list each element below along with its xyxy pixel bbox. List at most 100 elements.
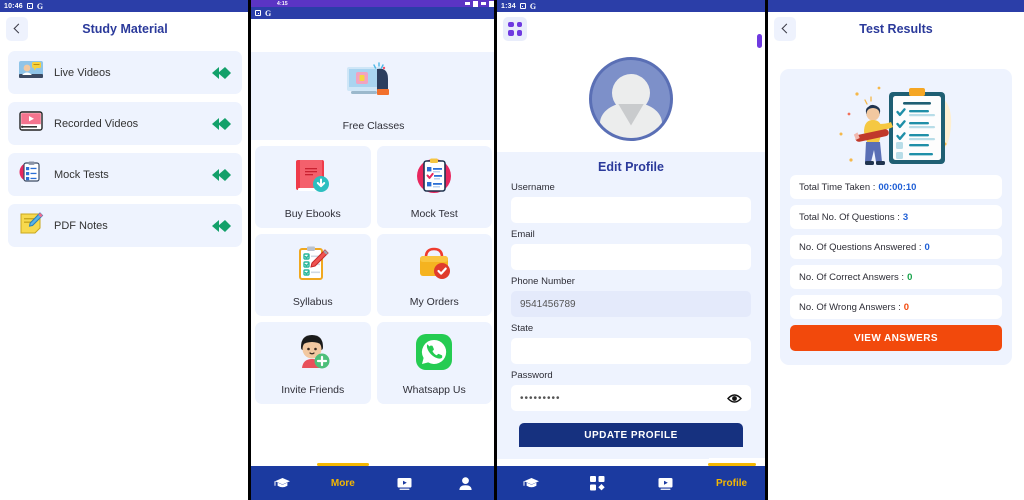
google-icon: G — [36, 1, 44, 11]
nav-item-label: Profile — [715, 477, 748, 489]
grid-icon — [589, 475, 606, 491]
sidebar-item-label: PDF Notes — [54, 219, 108, 232]
page-title: Study Material — [82, 21, 168, 36]
tile-label: Mock Test — [410, 207, 458, 220]
clipboard-test-icon — [413, 155, 455, 202]
nav-item-profile[interactable]: Profile — [698, 463, 765, 500]
tile-my-orders[interactable]: My Orders — [376, 234, 492, 316]
tile-label: Syllabus — [292, 295, 333, 308]
tile-syllabus[interactable]: Syllabus — [255, 234, 371, 316]
square-icon — [255, 10, 261, 16]
nav-item-videos[interactable] — [631, 466, 698, 500]
nav-item-profile[interactable] — [435, 466, 496, 500]
google-icon: G — [265, 8, 272, 18]
result-value: 0 — [907, 271, 913, 283]
mock-test-icon — [18, 160, 44, 189]
nav-item-classes[interactable] — [497, 466, 564, 500]
phone-number-input[interactable]: 9541456789 — [511, 291, 751, 317]
status-bar-edit-profile: 1:34 G — [497, 0, 765, 12]
video-icon — [657, 476, 673, 491]
sidebar-item-live-videos[interactable]: Live Videos — [8, 51, 242, 94]
result-value: 00:00:10 — [878, 181, 917, 193]
tile-whatsapp-us[interactable]: Whatsapp Us — [376, 322, 492, 404]
screenshot-stage: 10:46 G Study Material Live Videos Recor… — [0, 0, 1024, 500]
result-value: 0 — [903, 301, 910, 313]
update-profile-button[interactable]: UPDATE PROFILE — [519, 423, 743, 447]
more-tile-grid: Buy Ebooks Mock Test Syllabus My Orders … — [251, 146, 496, 404]
label-email: Email — [511, 229, 535, 240]
panel-edit-profile: 1:34 G Edit Profile Username Email Phone… — [497, 0, 765, 500]
label-username: Username — [511, 182, 555, 193]
label-password: Password — [511, 370, 553, 381]
view-answers-button[interactable]: VIEW ANSWERS — [790, 325, 1002, 351]
status-outer-icons — [465, 0, 494, 7]
status-bar-outer-more: 4:15 — [251, 0, 496, 7]
invite-friend-icon — [292, 331, 334, 378]
test-results-illustration — [790, 79, 1002, 175]
tile-free-classes[interactable]: Free Classes — [251, 52, 496, 140]
nav-item-more[interactable]: More — [312, 463, 373, 500]
sidebar-item-label: Mock Tests — [54, 168, 109, 181]
panel-divider-2 — [494, 0, 496, 500]
more-content: Free Classes Buy Ebooks Mock Test Syllab… — [251, 52, 496, 404]
password-input[interactable]: ••••••••• — [520, 393, 561, 404]
result-row-correct-answers: No. Of Correct Answers : 0 — [790, 265, 1002, 289]
status-bar-test-results — [768, 0, 1024, 12]
edit-profile-form: Edit Profile Username Email Phone Number… — [497, 152, 765, 459]
result-label: No. Of Correct Answers : — [799, 271, 905, 283]
panel-test-results: Test Results Total Time Taken: 00:00:10… — [766, 0, 1024, 500]
back-chevron-icon — [781, 23, 791, 34]
nav-active-indicator — [316, 463, 369, 466]
password-field-wrap[interactable]: ••••••••• — [511, 385, 751, 411]
tile-label: Whatsapp Us — [402, 383, 466, 396]
nav-item-label: More — [330, 477, 355, 489]
test-results-card: Total Time Taken : 00:00:10 Total No. Of… — [780, 69, 1012, 365]
result-value: 3 — [902, 211, 909, 223]
email-input[interactable] — [511, 244, 751, 270]
username-input[interactable] — [511, 197, 751, 223]
chevron-right-icon — [210, 116, 232, 132]
appbar-test-results: Test Results — [768, 12, 1024, 45]
tile-mock-test[interactable]: Mock Test — [376, 146, 492, 228]
eye-icon[interactable] — [727, 393, 742, 404]
result-row-total-questions: Total No. Of Questions : 3 — [790, 205, 1002, 229]
tile-invite-friends[interactable]: Invite Friends — [255, 322, 371, 404]
sidebar-item-pdf-notes[interactable]: PDF Notes — [8, 204, 242, 247]
nav-item-videos[interactable] — [374, 466, 435, 500]
appbar-more — [251, 19, 496, 52]
label-phone-number: Phone Number — [511, 276, 575, 287]
ebook-icon — [292, 155, 334, 202]
sidebar-item-recorded-videos[interactable]: Recorded Videos — [8, 102, 242, 145]
tile-label: My Orders — [409, 295, 459, 308]
back-button[interactable] — [774, 16, 796, 41]
bottom-nav-more: More — [251, 463, 496, 500]
pdf-notes-icon — [18, 211, 44, 240]
grid-menu-icon[interactable] — [503, 16, 527, 41]
square-icon — [26, 3, 33, 9]
result-label: Total Time Taken : — [799, 181, 876, 193]
state-input[interactable] — [511, 338, 751, 364]
sidebar-item-mock-tests[interactable]: Mock Tests — [8, 153, 242, 196]
whatsapp-icon — [413, 331, 455, 378]
result-label: No. Of Questions Answered : — [799, 241, 922, 253]
study-material-list: Live Videos Recorded Videos Mock Tests P… — [0, 45, 250, 253]
chevron-right-icon — [210, 218, 232, 234]
graduation-cap-icon — [274, 476, 290, 491]
appbar-study-material: Study Material — [0, 12, 250, 45]
nav-item-more[interactable] — [564, 466, 631, 500]
graduation-cap-icon — [523, 476, 539, 491]
recorded-video-icon — [18, 110, 44, 137]
tile-buy-ebooks[interactable]: Buy Ebooks — [255, 146, 371, 228]
chevron-right-icon — [210, 65, 232, 81]
chevron-right-icon — [210, 167, 232, 183]
label-state: State — [511, 323, 534, 334]
live-video-icon — [18, 59, 44, 86]
square-icon — [519, 3, 526, 9]
result-value: 0 — [924, 241, 930, 253]
back-button[interactable] — [6, 16, 28, 41]
avatar[interactable] — [589, 56, 673, 141]
tile-label: Buy Ebooks — [284, 207, 341, 220]
nav-item-classes[interactable] — [251, 466, 312, 500]
tile-label: Invite Friends — [281, 383, 345, 396]
scrollbar-thumb[interactable] — [757, 34, 762, 48]
